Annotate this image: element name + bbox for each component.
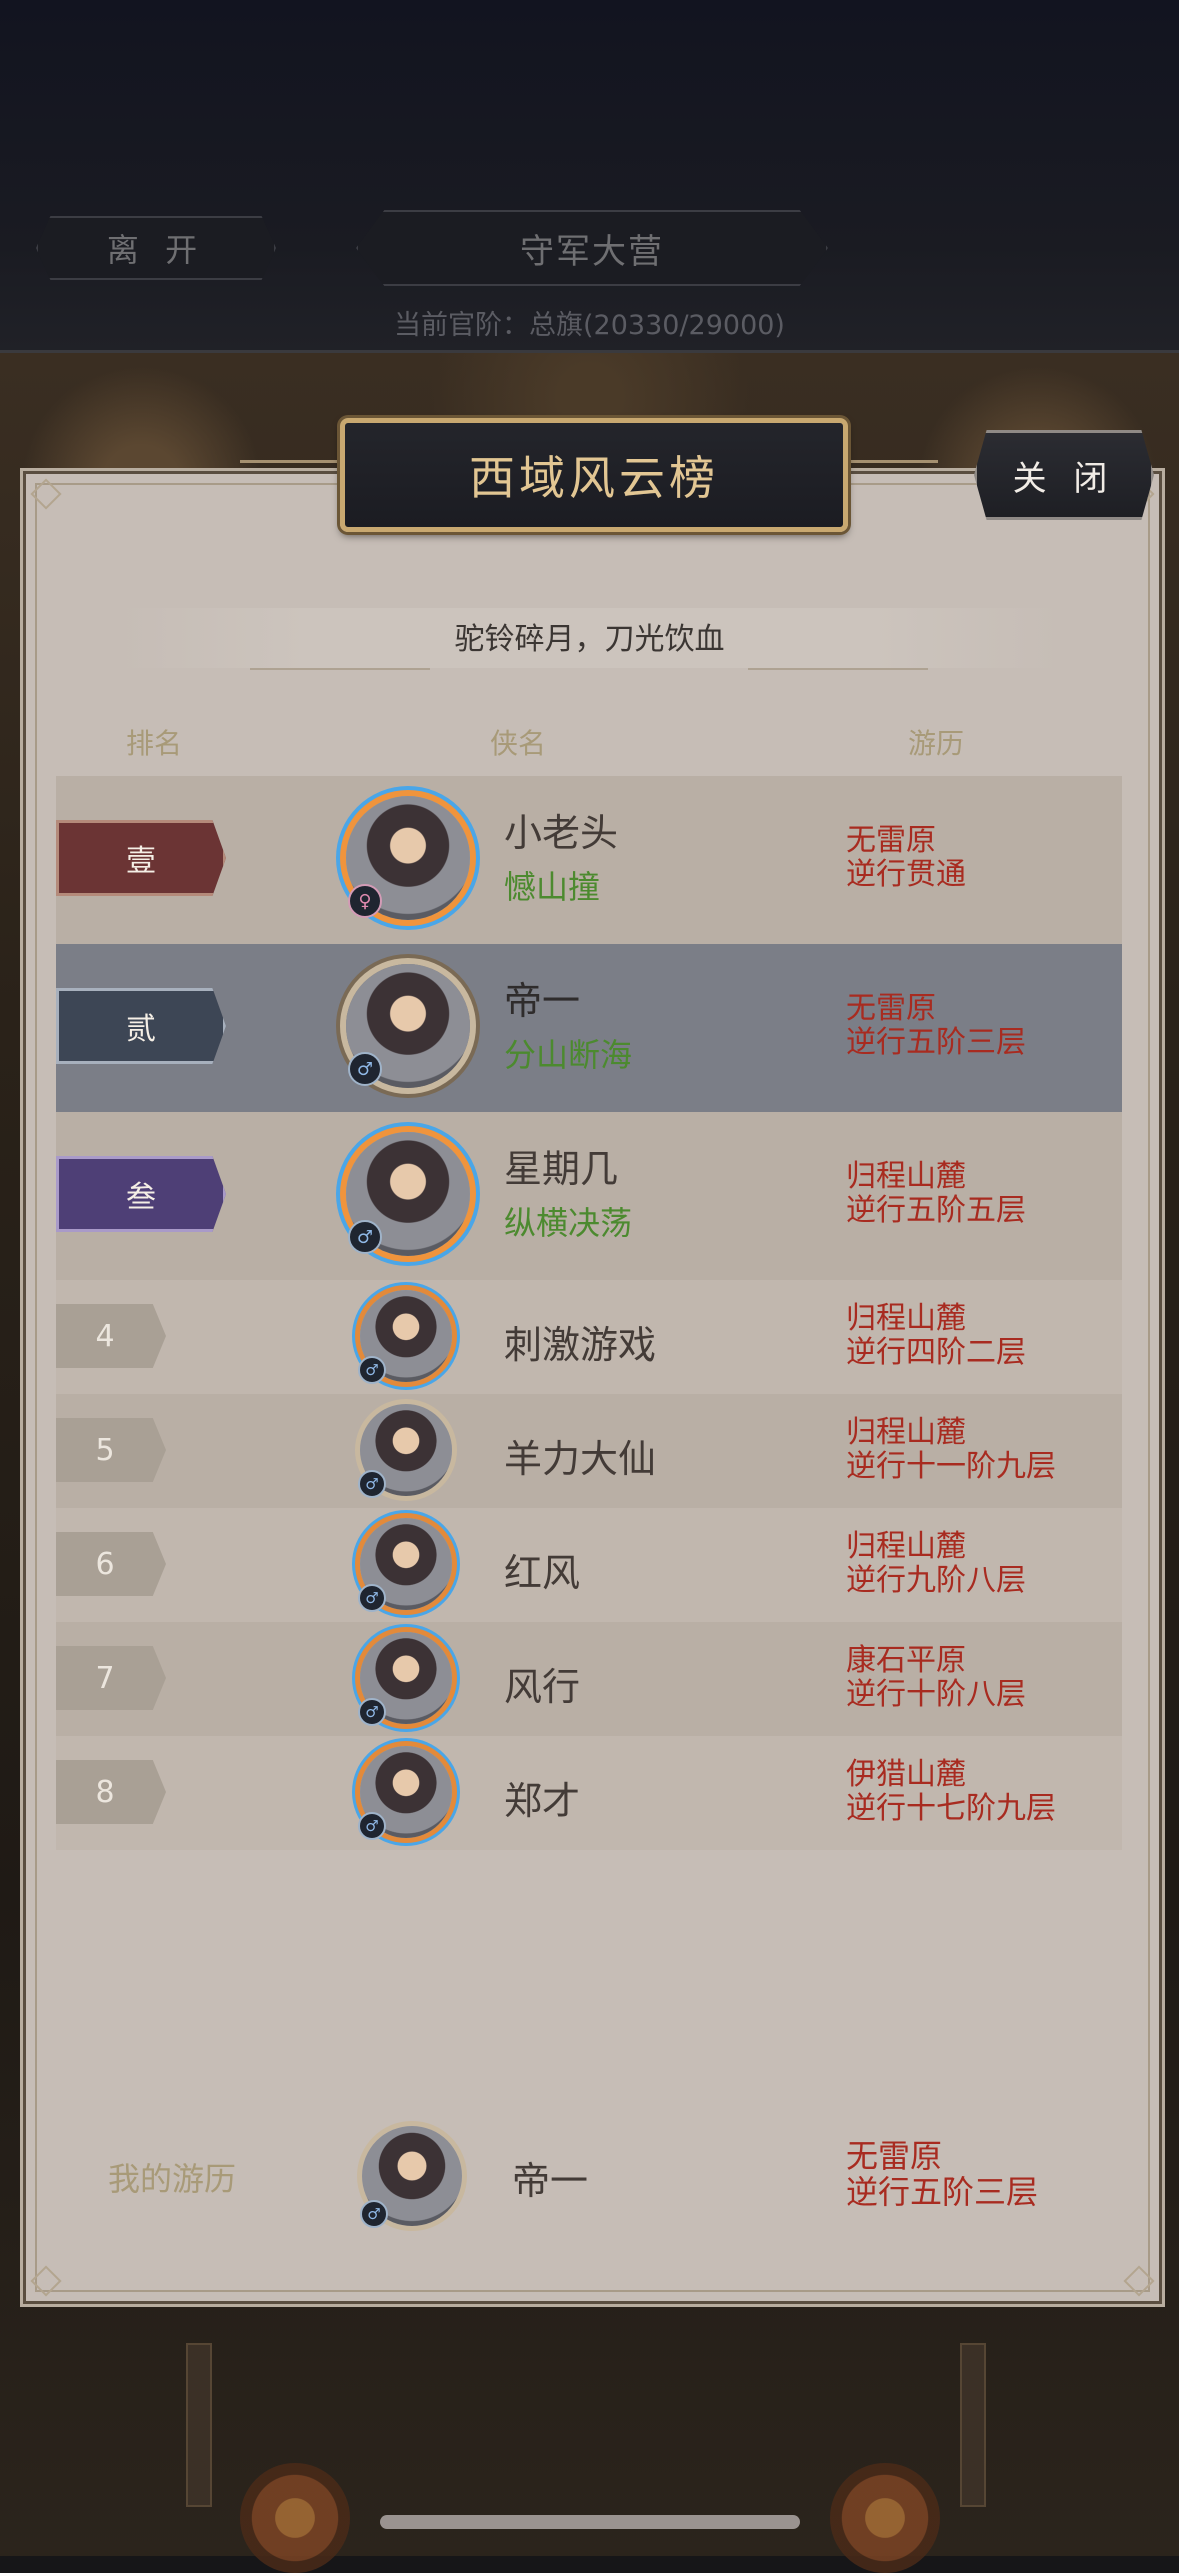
male-icon: ♂ — [358, 1470, 386, 1498]
table-row[interactable]: 8 ♂ 郑才 伊猎山麓 逆行十七阶九层 — [56, 1736, 1122, 1850]
player-name: 风行 — [504, 1665, 581, 1709]
table-row[interactable]: 贰 ♂ 帝一 分山断海 无雷原 逆行五阶三层 — [56, 944, 1122, 1112]
player-travel: 无雷原 逆行贯通 — [846, 824, 966, 892]
player-travel: 归程山麓 逆行四阶二层 — [846, 1302, 1026, 1370]
travel-stage: 逆行十阶八层 — [846, 1677, 1026, 1712]
table-row[interactable]: 5 ♂ 羊力大仙 归程山麓 逆行十一阶九层 — [56, 1394, 1122, 1508]
player-travel: 归程山麓 逆行五阶五层 — [846, 1160, 1026, 1228]
player-avatar[interactable]: ♂ — [358, 1518, 452, 1612]
my-record-label: 我的游历 — [108, 2160, 237, 2198]
travel-stage: 逆行五阶三层 — [846, 1025, 1026, 1060]
travel-zone: 伊猎山麓 — [846, 1757, 966, 1792]
player-avatar[interactable]: ♂ — [358, 1404, 452, 1498]
top-bar: 离 开 守军大营 当前官阶：总旗(20330/29000) — [0, 0, 1179, 353]
player-avatar[interactable]: ♂ — [346, 964, 470, 1088]
male-icon: ♂ — [358, 1698, 386, 1726]
column-header-travel: 游历 — [908, 727, 965, 760]
player-skill: 憾山撞 — [504, 868, 601, 906]
home-indicator[interactable] — [380, 2515, 800, 2529]
rank-tag: 6 — [56, 1532, 166, 1596]
title-ornament-left — [240, 460, 340, 463]
female-icon: ♀ — [348, 884, 382, 918]
travel-stage: 逆行五阶三层 — [846, 2173, 1039, 2211]
travel-stage: 逆行贯通 — [846, 857, 966, 892]
male-icon: ♂ — [358, 1356, 386, 1384]
male-icon: ♂ — [358, 1812, 386, 1840]
travel-zone: 康石平原 — [846, 1643, 966, 1678]
official-rank-text: 当前官阶：总旗(20330/29000) — [394, 310, 785, 341]
player-skill: 分山断海 — [504, 1036, 633, 1074]
travel-zone: 无雷原 — [846, 823, 936, 858]
ranking-list: 壹 ♀ 小老头 憾山撞 无雷原 逆行贯通 贰 ♂ 帝一 分山断海 无雷原 逆行五阶三… — [56, 776, 1122, 1850]
wooden-post — [186, 2343, 212, 2507]
table-row[interactable]: 4 ♂ 刺激游戏 归程山麓 逆行四阶二层 — [56, 1280, 1122, 1394]
my-avatar[interactable]: ♂ — [360, 2126, 462, 2228]
player-name: 红风 — [504, 1551, 581, 1595]
player-avatar[interactable]: ♂ — [358, 1290, 452, 1384]
rank-tag: 4 — [56, 1304, 166, 1368]
player-travel: 归程山麓 逆行九阶八层 — [846, 1530, 1026, 1598]
travel-zone: 归程山麓 — [846, 1301, 966, 1336]
player-avatar[interactable]: ♂ — [358, 1632, 452, 1726]
rank-ribbon: 叁 — [56, 1156, 226, 1232]
player-travel: 无雷原 逆行五阶三层 — [846, 992, 1026, 1060]
rank-tag: 8 — [56, 1760, 166, 1824]
my-travel: 无雷原 逆行五阶三层 — [846, 2138, 1038, 2210]
player-travel: 伊猎山麓 逆行十七阶九层 — [846, 1758, 1056, 1826]
travel-zone: 无雷原 — [846, 2137, 943, 2175]
travel-stage: 逆行十七阶九层 — [846, 1791, 1056, 1826]
wooden-post — [960, 2343, 986, 2507]
close-button[interactable]: 关 闭 — [974, 430, 1154, 520]
panel-subtitle: 驼铃碎月，刀光饮血 — [454, 622, 725, 657]
my-player-name: 帝一 — [512, 2159, 589, 2203]
player-name: 小老头 — [504, 811, 619, 855]
player-avatar[interactable]: ♂ — [346, 1132, 470, 1256]
floor-flower-decoration — [240, 2463, 350, 2573]
subtitle-ornament-left — [250, 668, 430, 670]
rank-ribbon: 贰 — [56, 988, 226, 1064]
player-travel: 康石平原 逆行十阶八层 — [846, 1644, 1026, 1712]
player-name: 羊力大仙 — [504, 1437, 657, 1481]
rank-tag: 7 — [56, 1646, 166, 1710]
male-icon: ♂ — [360, 2200, 388, 2228]
table-row[interactable]: 7 ♂ 风行 康石平原 逆行十阶八层 — [56, 1622, 1122, 1736]
player-name: 郑才 — [504, 1779, 581, 1823]
column-header-rank: 排名 — [126, 727, 183, 760]
table-row[interactable]: 6 ♂ 红风 归程山麓 逆行九阶八层 — [56, 1508, 1122, 1622]
player-name: 星期几 — [504, 1147, 619, 1191]
male-icon: ♂ — [348, 1052, 382, 1086]
panel-title: 西域风云榜 — [340, 418, 848, 532]
player-avatar[interactable]: ♀ — [346, 796, 470, 920]
male-icon: ♂ — [358, 1584, 386, 1612]
player-skill: 纵横决荡 — [504, 1204, 633, 1242]
rank-ribbon: 壹 — [56, 820, 226, 896]
player-travel: 归程山麓 逆行十一阶九层 — [846, 1416, 1056, 1484]
table-row[interactable]: 叁 ♂ 星期几 纵横决荡 归程山麓 逆行五阶五层 — [56, 1112, 1122, 1280]
rank-tag: 5 — [56, 1418, 166, 1482]
player-name: 刺激游戏 — [504, 1323, 657, 1367]
column-header-name: 侠名 — [490, 727, 547, 760]
leave-button[interactable]: 离 开 — [36, 216, 276, 280]
floor-flower-decoration — [830, 2463, 940, 2573]
travel-stage: 逆行五阶五层 — [846, 1193, 1026, 1228]
title-ornament-right — [838, 460, 938, 463]
travel-zone: 归程山麓 — [846, 1529, 966, 1564]
travel-stage: 逆行四阶二层 — [846, 1335, 1026, 1370]
male-icon: ♂ — [348, 1220, 382, 1254]
travel-zone: 归程山麓 — [846, 1415, 966, 1450]
subtitle-ornament-right — [748, 668, 928, 670]
garrison-camp-button[interactable]: 守军大营 — [356, 210, 828, 286]
player-avatar[interactable]: ♂ — [358, 1746, 452, 1840]
table-row[interactable]: 壹 ♀ 小老头 憾山撞 无雷原 逆行贯通 — [56, 776, 1122, 944]
travel-zone: 归程山麓 — [846, 1159, 966, 1194]
travel-zone: 无雷原 — [846, 991, 936, 1026]
travel-stage: 逆行九阶八层 — [846, 1563, 1026, 1598]
player-name: 帝一 — [504, 979, 581, 1023]
travel-stage: 逆行十一阶九层 — [846, 1449, 1056, 1484]
